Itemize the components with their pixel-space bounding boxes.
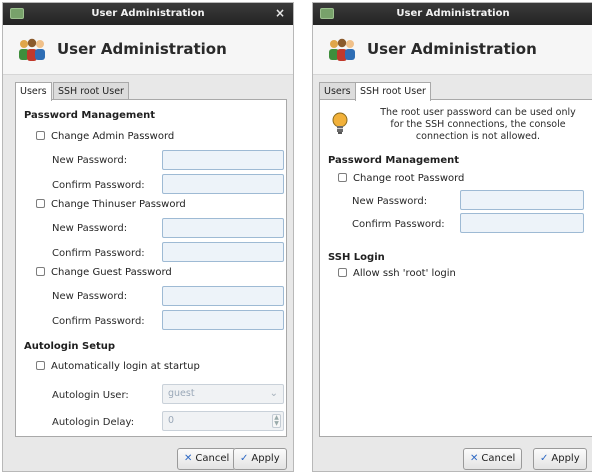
apply-button[interactable]: ✓ Apply xyxy=(233,448,287,470)
ssh-info-line-1: The root user password can be used only xyxy=(380,107,576,118)
password-management-heading: Password Management xyxy=(24,110,156,121)
admin-new-password-label: New Password: xyxy=(52,155,128,166)
root-new-password-field[interactable] xyxy=(460,190,584,210)
tab-users[interactable]: Users xyxy=(319,82,356,100)
cancel-button-label: Cancel xyxy=(195,453,230,464)
title-bar: User Administration × xyxy=(3,3,293,25)
tab-ssh-root-label: SSH root User xyxy=(360,86,426,97)
guest-confirm-password-label: Confirm Password: xyxy=(52,316,145,327)
autologin-user-select[interactable]: guest ⌄ xyxy=(162,384,284,404)
allow-ssh-root-login-checkbox[interactable]: Allow ssh 'root' login xyxy=(338,268,456,279)
users-tab-panel: Password Management Change Admin Passwor… xyxy=(15,99,287,437)
autologin-checkbox[interactable]: Automatically login at startup xyxy=(36,361,200,372)
checkbox-label: Allow ssh 'root' login xyxy=(353,268,456,279)
thinuser-confirm-password-label: Confirm Password: xyxy=(52,248,145,259)
autologin-user-label: Autologin User: xyxy=(52,390,129,401)
root-confirm-password-label: Confirm Password: xyxy=(352,219,445,230)
change-admin-password-checkbox[interactable]: Change Admin Password xyxy=(36,131,174,142)
user-admin-window-users-tab: User Administration × User Administratio… xyxy=(2,2,294,472)
tab-users-label: Users xyxy=(324,86,351,97)
apply-button[interactable]: ✓ Apply xyxy=(533,448,587,470)
root-confirm-password-field[interactable] xyxy=(460,213,584,233)
tab-ssh-root-user[interactable]: SSH root User xyxy=(53,82,129,100)
tab-users[interactable]: Users xyxy=(15,82,52,101)
dialog-header: User Administration xyxy=(3,25,293,75)
user-admin-window-ssh-tab: User Administration User Administration … xyxy=(312,2,592,472)
tab-ssh-root-label: SSH root User xyxy=(58,86,124,97)
tab-ssh-root-user[interactable]: SSH root User xyxy=(355,82,431,101)
checkbox-label: Change Thinuser Password xyxy=(51,199,186,210)
admin-confirm-password-field[interactable] xyxy=(162,174,284,194)
admin-new-password-field[interactable] xyxy=(162,150,284,170)
chevron-down-icon: ⌄ xyxy=(269,388,278,399)
change-guest-password-checkbox[interactable]: Change Guest Password xyxy=(36,267,172,278)
checkbox-box[interactable] xyxy=(36,361,45,370)
cancel-x-icon: ✕ xyxy=(184,453,193,464)
users-group-icon xyxy=(19,38,45,61)
checkbox-box[interactable] xyxy=(338,268,347,277)
password-management-heading: Password Management xyxy=(328,155,460,166)
dialog-title: User Administration xyxy=(367,40,537,58)
dialog-title: User Administration xyxy=(57,40,227,58)
thinuser-new-password-label: New Password: xyxy=(52,223,128,234)
thinuser-new-password-field[interactable] xyxy=(162,218,284,238)
checkmark-icon: ✓ xyxy=(540,453,549,464)
cancel-button[interactable]: ✕ Cancel xyxy=(177,448,237,470)
ssh-root-tab-panel: The root user password can be used only … xyxy=(319,99,592,437)
thinuser-confirm-password-field[interactable] xyxy=(162,242,284,262)
guest-new-password-label: New Password: xyxy=(52,291,128,302)
autologin-setup-heading: Autologin Setup xyxy=(24,341,116,352)
tab-users-label: Users xyxy=(20,86,47,97)
checkbox-label: Automatically login at startup xyxy=(51,361,200,372)
checkbox-box[interactable] xyxy=(338,173,347,182)
apply-button-label: Apply xyxy=(251,453,280,464)
autologin-delay-label: Autologin Delay: xyxy=(52,417,135,428)
cancel-button[interactable]: ✕ Cancel xyxy=(463,448,523,470)
checkbox-label: Change root Password xyxy=(353,173,465,184)
checkbox-box[interactable] xyxy=(36,267,45,276)
autologin-user-value: guest xyxy=(168,388,195,399)
change-root-password-checkbox[interactable]: Change root Password xyxy=(338,173,464,184)
ssh-info-line-2: for the SSH connections, the console xyxy=(390,119,566,130)
checkmark-icon: ✓ xyxy=(240,453,249,464)
autologin-delay-value: 0 xyxy=(168,415,175,426)
ssh-login-heading: SSH Login xyxy=(328,252,385,263)
admin-confirm-password-label: Confirm Password: xyxy=(52,180,145,191)
apply-button-label: Apply xyxy=(551,453,580,464)
window-title: User Administration xyxy=(396,8,510,19)
ssh-info-line-3: connection is not allowed. xyxy=(415,131,541,142)
spinner-arrows-icon[interactable]: ▲ ▼ xyxy=(272,414,281,428)
close-icon[interactable]: × xyxy=(275,6,285,20)
dialog-header: User Administration xyxy=(313,25,592,75)
root-new-password-label: New Password: xyxy=(352,196,428,207)
cancel-x-icon: ✕ xyxy=(470,453,479,464)
users-group-icon xyxy=(329,38,355,61)
cancel-button-label: Cancel xyxy=(481,453,516,464)
guest-new-password-field[interactable] xyxy=(162,286,284,306)
guest-confirm-password-field[interactable] xyxy=(162,310,284,330)
checkbox-box[interactable] xyxy=(36,131,45,140)
autologin-delay-spinbox[interactable]: 0 ▲ ▼ xyxy=(162,411,284,431)
checkbox-box[interactable] xyxy=(36,199,45,208)
window-title: User Administration xyxy=(91,8,205,19)
title-bar: User Administration xyxy=(313,3,592,25)
checkbox-label: Change Admin Password xyxy=(51,131,175,142)
checkbox-label: Change Guest Password xyxy=(51,267,172,278)
change-thinuser-password-checkbox[interactable]: Change Thinuser Password xyxy=(36,199,186,210)
lightbulb-icon xyxy=(332,112,348,134)
